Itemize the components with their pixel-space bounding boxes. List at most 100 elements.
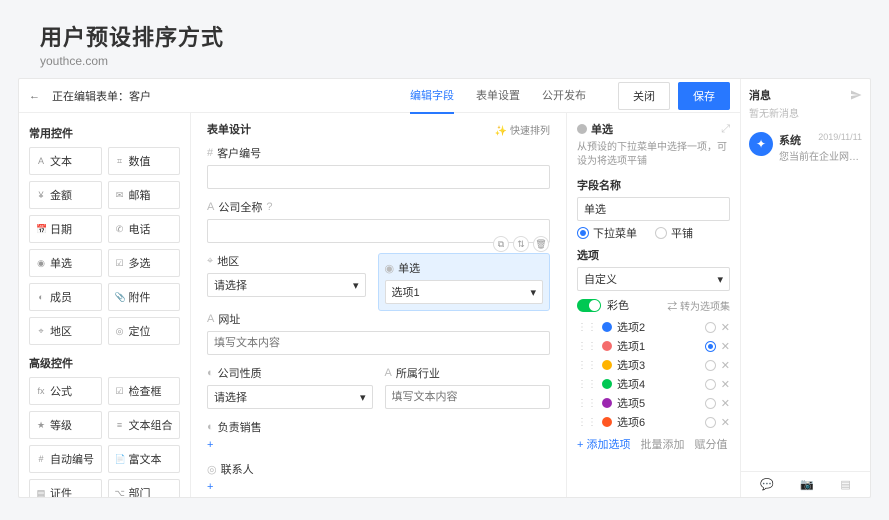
widget-item[interactable]: ◉单选 xyxy=(29,249,102,277)
widget-item[interactable]: ▤证件 xyxy=(29,479,102,497)
message-item[interactable]: ✦ 系统2019/11/11 您当前在企业网络 测试 申... xyxy=(741,126,870,169)
topbar: ← 正在编辑表单：客户 编辑字段 表单设置 公开发布 关闭 保存 xyxy=(19,79,740,113)
option-radio[interactable] xyxy=(705,379,716,390)
region-select[interactable]: 请选择▾ xyxy=(207,273,366,297)
widget-item[interactable]: ⌖地区 xyxy=(29,317,102,345)
remove-option-icon[interactable]: ✕ xyxy=(721,321,730,334)
remove-option-icon[interactable]: ✕ xyxy=(721,378,730,391)
widget-item[interactable]: #自动编号 xyxy=(29,445,102,473)
foot-chat-icon[interactable]: 💬 xyxy=(760,478,774,491)
field-delete-icon[interactable]: 🗑 xyxy=(533,236,549,252)
widget-item[interactable]: A文本 xyxy=(29,147,102,175)
option-row[interactable]: ⋮⋮选项3✕ xyxy=(577,357,730,373)
field-industry[interactable]: A所属行业 xyxy=(385,365,551,409)
expand-icon[interactable]: ⤢ xyxy=(721,123,730,136)
batch-add-button[interactable]: 批量添加 xyxy=(640,436,684,452)
widget-item[interactable]: ¥金额 xyxy=(29,181,102,209)
widget-item[interactable]: ✉邮箱 xyxy=(108,181,181,209)
widget-item[interactable]: ★等级 xyxy=(29,411,102,439)
remove-option-icon[interactable]: ✕ xyxy=(721,340,730,353)
widget-item[interactable]: fx公式 xyxy=(29,377,102,405)
tab-publish[interactable]: 公开发布 xyxy=(542,78,586,114)
option-radio[interactable] xyxy=(705,341,716,352)
drag-handle-icon[interactable]: ⋮⋮ xyxy=(577,341,597,352)
color-dot[interactable] xyxy=(602,341,612,351)
foot-camera-icon[interactable]: 📷 xyxy=(800,478,814,491)
widget-item[interactable]: ⌥部门 xyxy=(108,479,181,497)
widget-label: 地区 xyxy=(50,323,72,339)
industry-input[interactable] xyxy=(385,385,551,409)
drag-handle-icon[interactable]: ⋮⋮ xyxy=(577,322,597,333)
foot-list-icon[interactable]: ▤ xyxy=(840,478,850,491)
display-tile-radio[interactable]: 平铺 xyxy=(655,225,693,241)
field-region[interactable]: ⌖地区 请选择▾ xyxy=(207,253,366,301)
widget-item[interactable]: 📅日期 xyxy=(29,215,102,243)
tab-form-settings[interactable]: 表单设置 xyxy=(476,78,520,114)
add-contact-button[interactable]: + xyxy=(207,481,213,493)
color-dot[interactable] xyxy=(602,417,612,427)
widget-item[interactable]: ✆电话 xyxy=(108,215,181,243)
field-url[interactable]: A网址 xyxy=(207,311,550,355)
widget-item[interactable]: ☑多选 xyxy=(108,249,181,277)
field-copy-icon[interactable]: ⧉ xyxy=(493,236,509,252)
field-contact[interactable]: ◎联系人 + xyxy=(207,461,550,493)
color-toggle[interactable] xyxy=(577,299,601,312)
widget-item[interactable]: ☑检查框 xyxy=(108,377,181,405)
color-dot[interactable] xyxy=(602,322,612,332)
help-icon[interactable]: ? xyxy=(266,201,272,213)
field-radio-selected[interactable]: ⧉ ⇅ 🗑 ◉单选 选项1▾ xyxy=(378,253,551,311)
widget-item[interactable]: ≡文本组合 xyxy=(108,411,181,439)
radio-select[interactable]: 选项1▾ xyxy=(385,280,544,304)
option-row[interactable]: ⋮⋮选项5✕ xyxy=(577,395,730,411)
widget-item[interactable]: ◐成员 xyxy=(29,283,102,311)
widget-icon: 📎 xyxy=(115,292,125,303)
send-icon[interactable] xyxy=(850,89,862,101)
remove-option-icon[interactable]: ✕ xyxy=(721,416,730,429)
save-button[interactable]: 保存 xyxy=(678,82,730,110)
add-sales-button[interactable]: + xyxy=(207,439,213,451)
drag-handle-icon[interactable]: ⋮⋮ xyxy=(577,379,597,390)
radio-icon: ◐ xyxy=(207,367,214,379)
widget-label: 日期 xyxy=(50,221,72,237)
drag-handle-icon[interactable]: ⋮⋮ xyxy=(577,360,597,371)
field-sales[interactable]: ◐负责销售 + xyxy=(207,419,550,451)
widget-label: 定位 xyxy=(129,323,151,339)
field-customer-id[interactable]: #客户编号 xyxy=(207,145,550,189)
option-radio[interactable] xyxy=(705,417,716,428)
back-button[interactable]: ← xyxy=(29,90,40,102)
options-mode-select[interactable]: 自定义▾ xyxy=(577,267,730,291)
display-dropdown-radio[interactable]: 下拉菜单 xyxy=(577,225,637,241)
color-dot[interactable] xyxy=(602,379,612,389)
field-name-input[interactable] xyxy=(577,197,730,221)
drag-handle-icon[interactable]: ⋮⋮ xyxy=(577,417,597,428)
field-nature[interactable]: ◐公司性质 请选择▾ xyxy=(207,365,373,409)
default-value-button[interactable]: 赋分值 xyxy=(694,436,727,452)
nature-select[interactable]: 请选择▾ xyxy=(207,385,373,409)
option-radio[interactable] xyxy=(705,322,716,333)
option-row[interactable]: ⋮⋮选项6✕ xyxy=(577,414,730,430)
text-icon: A xyxy=(207,201,214,213)
color-dot[interactable] xyxy=(602,398,612,408)
widget-item[interactable]: 📎附件 xyxy=(108,283,181,311)
widget-item[interactable]: 📄富文本 xyxy=(108,445,181,473)
convert-optionset-button[interactable]: ⇄ 转为选项集 xyxy=(667,298,730,313)
tab-edit-fields[interactable]: 编辑字段 xyxy=(410,78,454,114)
remove-option-icon[interactable]: ✕ xyxy=(721,397,730,410)
remove-option-icon[interactable]: ✕ xyxy=(721,359,730,372)
drag-handle-icon[interactable]: ⋮⋮ xyxy=(577,398,597,409)
url-input[interactable] xyxy=(207,331,550,355)
widget-icon: ⌥ xyxy=(115,488,125,498)
color-dot[interactable] xyxy=(602,360,612,370)
option-row[interactable]: ⋮⋮选项4✕ xyxy=(577,376,730,392)
widget-item[interactable]: ◎定位 xyxy=(108,317,181,345)
quick-sort-button[interactable]: ✨ 快速排列 xyxy=(495,122,550,137)
option-radio[interactable] xyxy=(705,360,716,371)
field-move-icon[interactable]: ⇅ xyxy=(513,236,529,252)
customer-id-input[interactable] xyxy=(207,165,550,189)
widget-item[interactable]: ⌗数值 xyxy=(108,147,181,175)
add-option-button[interactable]: + 添加选项 xyxy=(577,436,630,452)
close-button[interactable]: 关闭 xyxy=(618,82,670,110)
option-radio[interactable] xyxy=(705,398,716,409)
option-row[interactable]: ⋮⋮选项2✕ xyxy=(577,319,730,335)
option-row[interactable]: ⋮⋮选项1✕ xyxy=(577,338,730,354)
